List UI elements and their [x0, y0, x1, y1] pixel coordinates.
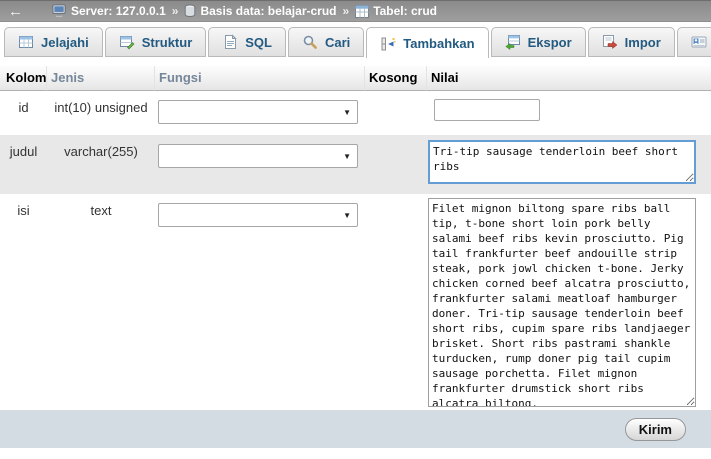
breadcrumb: Server: 127.0.0.1 » Basis data: belajar-…: [52, 4, 437, 18]
table-row-isi: isi text ▼ Filet mignon biltong spare ri…: [0, 194, 711, 410]
header-jenis: Jenis: [47, 66, 155, 91]
privileges-icon: [691, 34, 707, 50]
tab-label: Cari: [325, 35, 350, 50]
function-select-isi[interactable]: [158, 203, 358, 227]
breadcrumb-server[interactable]: Server: 127.0.0.1: [52, 4, 166, 18]
tab-struktur[interactable]: Struktur: [105, 27, 207, 57]
null-cell: [365, 91, 427, 135]
column-name: isi: [0, 194, 47, 410]
table-row-judul: judul varchar(255) ▼ Tri-tip sausage ten…: [0, 135, 711, 194]
tab-ekspor[interactable]: Ekspor: [491, 27, 586, 57]
table-row-id: id int(10) unsigned ▼: [0, 91, 711, 135]
database-icon: [184, 4, 196, 18]
import-icon: [602, 34, 618, 50]
server-icon: [52, 4, 67, 18]
breadcrumb-separator: »: [172, 4, 179, 18]
breadcrumb-server-label: Server: 127.0.0.1: [71, 4, 166, 18]
tab-label: Jelajahi: [41, 35, 89, 50]
submit-button[interactable]: Kirim: [625, 418, 686, 441]
column-type: varchar(255): [47, 135, 155, 194]
header-kolom: Kolom: [0, 66, 47, 91]
search-icon: [302, 34, 318, 50]
tab-label: SQL: [245, 35, 272, 50]
tab-hak-akses[interactable]: Hak A: [677, 27, 711, 57]
table-icon: [355, 5, 369, 18]
function-select-wrap: ▼: [158, 203, 358, 227]
column-name: id: [0, 91, 47, 135]
breadcrumb-separator: »: [343, 4, 350, 18]
breadcrumb-database-label: Basis data: belajar-crud: [200, 4, 336, 18]
null-cell: [365, 194, 427, 410]
function-select-wrap: ▼: [158, 144, 358, 168]
breadcrumb-bar: ← Server: 127.0.0.1 » Basis data: belaja…: [0, 0, 711, 22]
value-textarea-isi[interactable]: Filet mignon biltong spare ribs ball tip…: [428, 198, 696, 407]
breadcrumb-table[interactable]: Tabel: crud: [355, 4, 437, 18]
breadcrumb-database[interactable]: Basis data: belajar-crud: [184, 4, 336, 18]
tab-cari[interactable]: Cari: [288, 27, 364, 57]
export-icon: [505, 34, 521, 50]
column-type: text: [47, 194, 155, 410]
value-textarea-judul[interactable]: Tri-tip sausage tenderloin beef short ri…: [428, 140, 696, 184]
null-cell: [365, 135, 427, 194]
header-kosong: Kosong: [365, 66, 427, 91]
insert-form: Kolom Jenis Fungsi Kosong Nilai id int(1…: [0, 66, 711, 410]
header-fungsi: Fungsi: [155, 66, 365, 91]
tab-tambahkan[interactable]: Tambahkan: [366, 27, 488, 58]
tab-impor[interactable]: Impor: [588, 27, 675, 57]
insert-icon: [380, 36, 396, 52]
tab-label: Struktur: [142, 35, 193, 50]
tab-sql[interactable]: SQL: [208, 27, 286, 57]
function-select-wrap: ▼: [158, 100, 358, 124]
function-select-judul[interactable]: [158, 144, 358, 168]
sql-icon: [222, 34, 238, 50]
breadcrumb-table-label: Tabel: crud: [373, 4, 437, 18]
structure-icon: [119, 34, 135, 50]
browse-icon: [18, 34, 34, 50]
tab-label: Impor: [625, 35, 661, 50]
header-nilai: Nilai: [427, 66, 711, 91]
tab-jelajahi[interactable]: Jelajahi: [4, 27, 103, 57]
back-arrow-icon[interactable]: ←: [8, 4, 52, 19]
tab-label: Tambahkan: [403, 36, 474, 51]
value-input-id[interactable]: [434, 99, 540, 121]
tab-bar: Jelajahi Struktur SQL Cari Tambahkan Eks…: [0, 22, 711, 58]
table-header-row: Kolom Jenis Fungsi Kosong Nilai: [0, 66, 711, 91]
column-name: judul: [0, 135, 47, 194]
function-select-id[interactable]: [158, 100, 358, 124]
column-type: int(10) unsigned: [47, 91, 155, 135]
tab-label: Ekspor: [528, 35, 572, 50]
form-footer: Kirim: [0, 410, 711, 448]
